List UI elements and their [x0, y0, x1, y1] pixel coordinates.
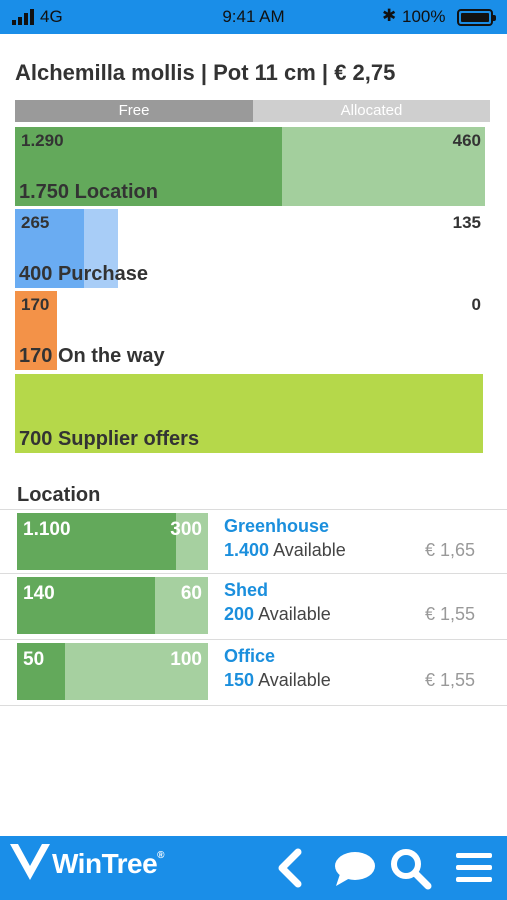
free-count: 1.290	[21, 131, 64, 150]
bottom-toolbar: WinTree®	[0, 836, 507, 900]
battery-icon	[457, 9, 496, 26]
back-icon[interactable]	[270, 846, 314, 890]
location-available: 200 Available	[224, 604, 331, 625]
allocated-count: 135	[452, 213, 481, 232]
chat-icon[interactable]	[332, 846, 376, 890]
row-name: Purchase	[57, 263, 148, 285]
free-legend: Free	[15, 100, 253, 122]
location-item-shed[interactable]: 140 60 Shed 200 Available € 1,55	[0, 573, 507, 637]
allocated-count: 300	[170, 519, 202, 540]
battery-percent: 100%	[402, 7, 446, 26]
available-count: 1.400	[224, 540, 270, 560]
location-item-greenhouse[interactable]: 1.100 300 Greenhouse 1.400 Available € 1…	[0, 509, 507, 573]
stock-row-supplier-offers[interactable]: 700 Supplier offers	[15, 374, 485, 453]
free-count: 170	[21, 295, 50, 314]
location-name: Office	[224, 646, 276, 666]
stock-row-location[interactable]: 1.290 460 1.750 Location	[15, 127, 485, 206]
location-price: € 1,65	[424, 540, 475, 560]
location-section-title: Location	[17, 484, 101, 506]
brand-name: WinTree®	[52, 848, 165, 879]
available-count: 150	[224, 670, 255, 690]
allocated-legend: Allocated	[253, 100, 490, 122]
free-count: 265	[21, 213, 50, 232]
row-total: 700	[19, 428, 53, 450]
bluetooth-icon: ✱	[382, 6, 397, 25]
row-name: Supplier offers	[57, 428, 200, 450]
location-name: Shed	[224, 580, 269, 600]
available-count: 200	[224, 604, 255, 624]
location-price: € 1,55	[424, 604, 475, 624]
available-label: Available	[258, 604, 331, 624]
row-label: 1.750 Location	[19, 181, 158, 204]
allocated-count: 60	[180, 583, 202, 604]
location-item-office[interactable]: 50 100 Office 150 Available € 1,55	[0, 639, 507, 706]
available-label: Available	[273, 540, 346, 560]
allocated-count: 0	[471, 295, 481, 314]
search-icon[interactable]	[388, 846, 432, 890]
location-available: 1.400 Available	[224, 540, 346, 561]
allocated-count: 100	[170, 649, 202, 670]
product-title: Alchemilla mollis | Pot 11 cm | € 2,75	[15, 60, 396, 85]
stock-row-on-the-way[interactable]: 170 0 170 On the way	[15, 291, 485, 370]
row-label: 170 On the way	[19, 345, 165, 368]
location-stock-bar: 140 60	[17, 577, 208, 634]
free-count: 1.100	[23, 519, 71, 540]
row-label: 700 Supplier offers	[19, 428, 199, 451]
row-name: On the way	[57, 345, 165, 367]
row-label: 400 Purchase	[19, 263, 148, 286]
free-count: 50	[23, 649, 45, 670]
row-total: 170	[19, 345, 53, 367]
wintree-logo-icon	[10, 844, 50, 880]
stock-row-purchase[interactable]: 265 135 400 Purchase	[15, 209, 485, 288]
available-label: Available	[258, 670, 331, 690]
row-total: 400	[19, 263, 53, 285]
status-bar: 4G 9:41 AM ✱ 100%	[0, 0, 507, 34]
row-name: Location	[74, 181, 158, 203]
allocated-count: 460	[452, 131, 481, 150]
location-available: 150 Available	[224, 670, 331, 691]
location-name: Greenhouse	[224, 516, 330, 536]
menu-icon[interactable]	[452, 846, 496, 890]
row-total: 1.750	[19, 181, 70, 203]
location-stock-bar: 1.100 300	[17, 513, 208, 570]
location-price: € 1,55	[424, 670, 475, 690]
free-count: 140	[23, 583, 55, 604]
location-stock-bar: 50 100	[17, 643, 208, 700]
free-allocated-legend: Free Allocated	[15, 100, 490, 122]
